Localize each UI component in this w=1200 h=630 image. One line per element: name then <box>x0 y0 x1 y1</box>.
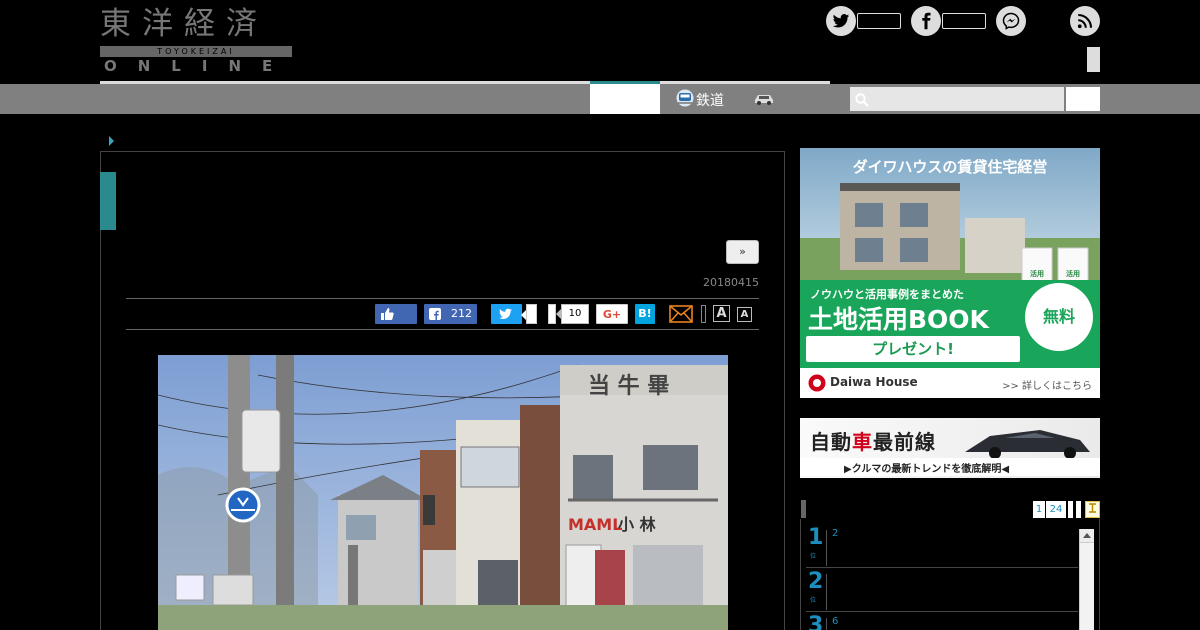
article-date: 20180415 <box>703 276 759 289</box>
rank-number: 1 <box>808 525 824 550</box>
rank-suffix: 位 <box>810 553 817 560</box>
ad-free-badge: 無料 <box>1025 283 1093 351</box>
facebook-follow-count <box>942 13 986 29</box>
messenger-icon[interactable] <box>996 6 1026 36</box>
article-title-marker <box>100 172 116 230</box>
ranking-tab-1[interactable]: 1 <box>1033 501 1045 518</box>
share-count-bubble: 10 <box>556 304 589 324</box>
hatena-bookmark-button[interactable]: B! <box>635 304 655 324</box>
pocket-button[interactable] <box>548 304 556 324</box>
twitter-share-icon <box>499 308 512 320</box>
nav-rail-label: 鉄道 <box>696 93 724 109</box>
rank-title[interactable]: 6 <box>832 616 838 627</box>
ranking-header-marker <box>801 500 806 518</box>
rank-number: 2 <box>808 569 824 594</box>
ranking-tab-4[interactable] <box>1076 501 1081 518</box>
rank-number: 3 <box>808 613 824 630</box>
google-plus-button[interactable]: G+ <box>596 304 628 324</box>
rank-divider <box>826 618 827 630</box>
article-photo: 当 牛 畢 MAML 小 林 <box>158 355 728 630</box>
train-icon <box>676 89 694 111</box>
scroll-up-arrow-icon[interactable] <box>1080 529 1094 543</box>
font-size-large-button[interactable]: A <box>713 305 730 322</box>
svg-text:小 林: 小 林 <box>618 515 656 534</box>
twitter-share-button[interactable] <box>491 304 522 324</box>
ad-cta-button[interactable]: プレゼント! <box>806 336 1020 362</box>
rank-divider <box>826 530 827 566</box>
ad-more-link[interactable]: >> 詳しくはこちら <box>1002 377 1092 392</box>
car-image <box>965 430 1090 459</box>
search-icon <box>855 92 869 111</box>
header-widget[interactable] <box>1087 47 1100 72</box>
ranking-tab-5-icon <box>1089 503 1096 513</box>
svg-text:活用: 活用 <box>1066 269 1080 278</box>
twitter-icon[interactable] <box>826 6 856 36</box>
ranking-item-1[interactable]: 1 位 2 <box>806 524 1078 568</box>
twitter-share-count <box>521 304 537 324</box>
font-size-small-button[interactable]: A <box>737 307 752 322</box>
svg-text:当 牛 畢: 当 牛 畢 <box>588 373 669 399</box>
svg-text:活用: 活用 <box>1030 269 1044 278</box>
breadcrumb-arrow-icon <box>109 136 114 146</box>
logo-romaji: TOYOKEIZAI <box>100 46 292 57</box>
search-input[interactable] <box>850 87 1064 111</box>
car-icon[interactable] <box>752 91 776 110</box>
daiwa-logo-icon <box>808 374 826 392</box>
rank-divider <box>826 574 827 610</box>
nav-item-rail[interactable]: 鉄道 <box>676 89 724 111</box>
ad-green-panel: ノウハウと活用事例をまとめた 土地活用BOOK プレゼント! 無料 <box>800 280 1100 368</box>
search-button[interactable] <box>1066 87 1100 111</box>
share-bottom-divider <box>126 329 759 330</box>
logo-kanji: 東洋経済 <box>100 6 268 42</box>
next-page-button[interactable]: » <box>726 240 759 264</box>
facebook-share-count: 212 <box>451 307 472 320</box>
facebook-share-icon <box>429 308 441 320</box>
mail-icon[interactable] <box>669 305 693 327</box>
logo-online: ONLINE <box>104 57 294 75</box>
thumbs-up-icon <box>381 308 394 320</box>
ranking-tab-24[interactable]: 24 <box>1046 501 1066 518</box>
facebook-icon[interactable] <box>911 6 941 36</box>
ad-headline: ダイワハウスの賃貸住宅経営 <box>852 158 1048 176</box>
rank-title[interactable]: 2 <box>832 528 838 539</box>
site-logo[interactable]: 東洋経済 TOYOKEIZAI ONLINE <box>100 6 295 75</box>
rank-suffix: 位 <box>810 597 817 604</box>
ranking-item-2[interactable]: 2 位 <box>806 568 1078 612</box>
share-separator <box>701 305 706 323</box>
rss-icon[interactable] <box>1070 6 1100 36</box>
ranking-scrollbar[interactable] <box>1079 529 1094 630</box>
ad-footer: Daiwa House >> 詳しくはこちら <box>800 368 1100 398</box>
car-ad-tagline: ▶クルマの最新トレンドを徹底解明◀ <box>844 464 1010 475</box>
ranking-tab-5[interactable] <box>1085 501 1100 518</box>
facebook-share-button[interactable]: 212 <box>424 304 477 324</box>
car-frontline-ad[interactable]: 自動車最前線 ▶クルマの最新トレンドを徹底解明◀ <box>800 418 1100 478</box>
car-ad-title: 自動車最前線 <box>810 430 936 454</box>
twitter-follow-count <box>857 13 901 29</box>
facebook-like-button[interactable] <box>375 304 417 324</box>
daiwa-house-ad[interactable]: 活用 活用 ダイワハウスの賃貸住宅経営 ノウハウと活用事例をまとめた 土地活用B… <box>800 148 1100 398</box>
ranking-tab-3[interactable] <box>1068 501 1073 518</box>
ranking-item-3[interactable]: 3 位 6 <box>806 612 1078 630</box>
ad-title: 土地活用BOOK <box>808 305 989 334</box>
ad-brand: Daiwa House <box>830 375 918 389</box>
share-top-divider <box>126 298 759 299</box>
nav-item-active[interactable] <box>590 84 660 114</box>
svg-text:MAML: MAML <box>568 515 622 534</box>
